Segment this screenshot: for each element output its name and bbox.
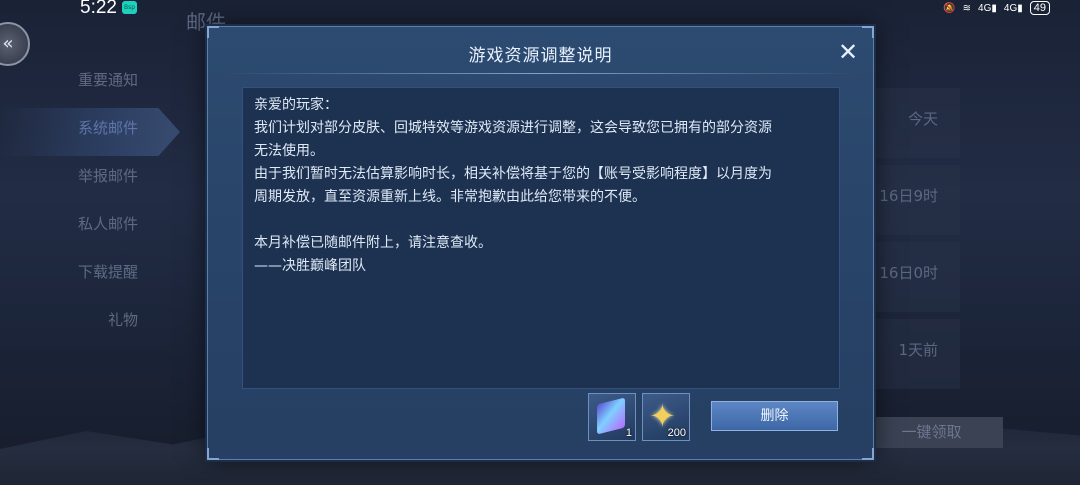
- close-button[interactable]: ✕: [835, 39, 861, 65]
- body-line-blank: [254, 209, 829, 232]
- mail-content-box: 亲爱的玩家： 我们计划对部分皮肤、回城特效等游戏资源进行调整，这会导致您已拥有的…: [242, 87, 840, 389]
- delete-button[interactable]: 删除: [711, 401, 838, 431]
- title-divider: [222, 73, 859, 74]
- status-bar: 5:22 Bsp 🔕 ≋ 4G▮ 4G▮ 49: [0, 0, 1080, 20]
- mail-row[interactable]: 16日0时: [860, 242, 960, 312]
- signal-icon-2: 4G▮: [1003, 2, 1023, 14]
- body-line: 无法使用。: [254, 143, 324, 159]
- dialog-corner-decoration: [862, 26, 874, 38]
- signal-icon-1: 4G▮: [978, 2, 997, 14]
- side-item-report[interactable]: 举报邮件: [0, 156, 180, 204]
- mail-body: 亲爱的玩家： 我们计划对部分皮肤、回城特效等游戏资源进行调整，这会导致您已拥有的…: [254, 94, 829, 278]
- status-time: 5:22: [80, 0, 117, 18]
- mail-time: 1天前: [898, 341, 938, 359]
- dialog-corner-decoration: [207, 448, 219, 460]
- side-item-download[interactable]: 下载提醒: [0, 252, 180, 300]
- body-line: 本月补偿已随邮件附上，请注意查收。: [254, 235, 492, 251]
- dialog-title: 游戏资源调整说明: [468, 46, 613, 66]
- body-line: 我们计划对部分皮肤、回城特效等游戏资源进行调整，这会导致您已拥有的部分资源: [254, 120, 772, 136]
- side-item-gift[interactable]: 礼物: [0, 300, 180, 348]
- side-item-important[interactable]: 重要通知: [0, 60, 180, 108]
- close-icon: ✕: [837, 38, 859, 66]
- wifi-icon: ≋: [962, 2, 972, 14]
- side-item-system[interactable]: 系统邮件: [0, 108, 180, 156]
- battery-icon: 49: [1029, 1, 1050, 15]
- dialog-corner-decoration: [862, 448, 874, 460]
- body-line: 周期发放，直至资源重新上线。非常抱歉由此给您带来的不便。: [254, 189, 646, 205]
- attachments: 1 ✦ 200: [588, 393, 690, 441]
- attachment-count: 200: [667, 427, 686, 439]
- mail-time: 16日9时: [879, 187, 938, 205]
- back-chevron-icon: «: [2, 33, 14, 54]
- mail-time: 16日0时: [879, 264, 938, 282]
- mail-row[interactable]: 1天前: [860, 319, 960, 389]
- mail-dialog: 游戏资源调整说明 ✕ 亲爱的玩家： 我们计划对部分皮肤、回城特效等游戏资源进行调…: [207, 26, 874, 460]
- body-line: 亲爱的玩家：: [254, 97, 338, 113]
- mail-row[interactable]: 16日9时: [860, 165, 960, 235]
- skin-voucher-icon: [597, 397, 625, 435]
- attachment-count: 1: [625, 427, 632, 439]
- mute-icon: 🔕: [943, 2, 956, 14]
- mail-row[interactable]: 今天: [860, 88, 960, 158]
- mail-time: 今天: [907, 110, 938, 128]
- status-icons: 🔕 ≋ 4G▮ 4G▮ 49: [943, 0, 1050, 16]
- app-badge-icon: Bsp: [122, 1, 137, 14]
- side-nav: 重要通知 系统邮件 举报邮件 私人邮件 下载提醒 礼物: [0, 60, 180, 348]
- mail-list: 今天 16日9时 16日0时 1天前: [860, 88, 960, 396]
- attachment-item[interactable]: ✦ 200: [642, 393, 690, 441]
- attachment-item[interactable]: 1: [588, 393, 636, 441]
- side-item-private[interactable]: 私人邮件: [0, 204, 180, 252]
- dialog-corner-decoration: [207, 26, 219, 38]
- body-line: ——决胜巅峰团队: [254, 258, 366, 274]
- body-line: 由于我们暂时无法估算影响时长，相关补偿将基于您的【账号受影响程度】以月度为: [254, 166, 772, 182]
- claim-all-button[interactable]: 一键领取: [860, 417, 1003, 448]
